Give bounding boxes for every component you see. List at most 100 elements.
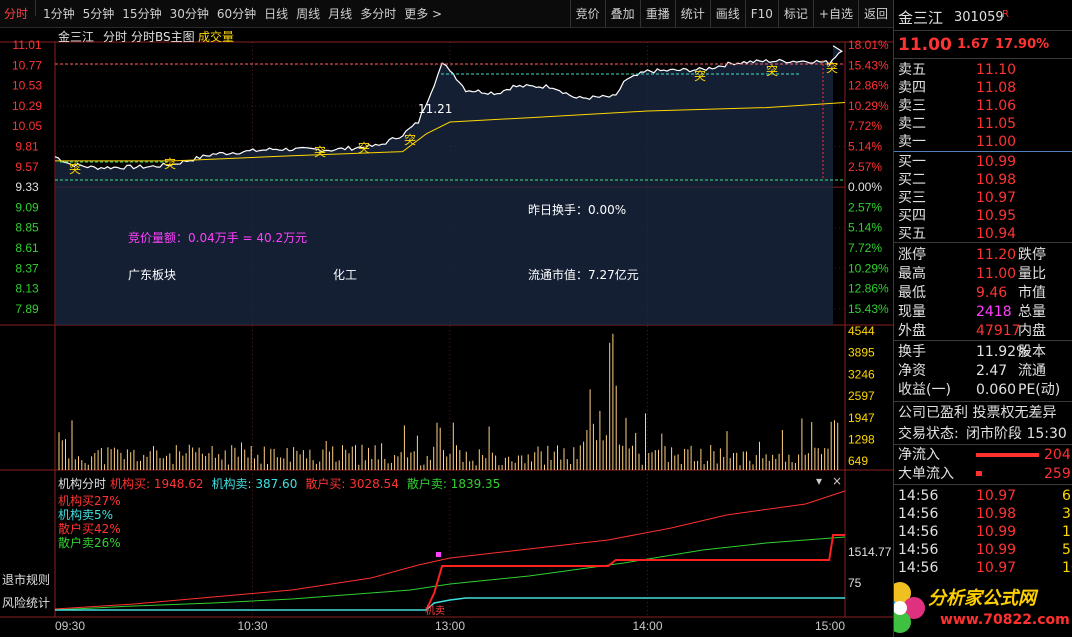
site-logo: 分析家公式网 www.70822.com — [894, 578, 1072, 637]
tool-button-7[interactable]: +自选 — [812, 0, 858, 28]
period-tab-1[interactable]: 1分钟 — [39, 0, 79, 28]
ask-label: 卖一 — [898, 134, 926, 150]
stat2-label-right: 流通 — [1018, 363, 1046, 379]
period-tab-7[interactable]: 周线 — [292, 0, 324, 28]
ask-row: 卖一 11.00 — [894, 132, 1072, 152]
pct-tick-label: 7.72% — [848, 119, 882, 133]
sub-legend-item: 散户买: 3028.54 — [305, 477, 399, 491]
chart-canvas[interactable]: 11.01 18.01% 10.77 15.43% 10.53 12.86% 10.29 10… — [0, 28, 893, 637]
pct-tick-label: 5.14% — [848, 140, 882, 154]
stat-value: 11.00 — [976, 266, 1017, 282]
float-value: 流通市值：7.27亿元 — [528, 268, 639, 282]
bid-label: 买五 — [898, 226, 926, 242]
sub-legend-item: 机构卖: 387.60 — [211, 477, 298, 491]
price-tick-label: 9.81 — [15, 140, 39, 154]
tool-button-8[interactable]: 返回 — [857, 0, 893, 28]
period-separator — [35, 0, 37, 16]
tick-row: 14:56 10.97 6 — [894, 486, 1072, 506]
period-tab-9[interactable]: 多分时 — [356, 0, 400, 28]
price-tick-label: 10.29 — [12, 99, 42, 113]
ask-label: 卖二 — [898, 116, 926, 132]
stat-row: 涨停 11.20 跌停 — [894, 245, 1072, 265]
retail-sell-line — [54, 536, 846, 611]
tick-volume: 3 — [1062, 506, 1071, 522]
time-axis-label: 14:00 — [632, 619, 662, 633]
period-tab-10[interactable]: 更多 > — [400, 0, 446, 28]
signal-marker: 突 — [358, 140, 370, 155]
pct-tick-label: 7.72% — [848, 241, 882, 255]
tool-button-3[interactable]: 统计 — [674, 0, 710, 28]
pct-tick-label: 2.57% — [848, 200, 882, 214]
stat-value: 2418 — [976, 304, 1012, 320]
ask-row: 卖三 11.06 — [894, 96, 1072, 116]
trade-status-value: 闭市阶段 15:30 — [966, 426, 1067, 442]
chart-stock-name: 金三江 — [58, 30, 95, 44]
price-tick-label: 9.09 — [15, 200, 39, 214]
tool-button-2[interactable]: 重播 — [639, 0, 675, 28]
price-tick-label: 10.05 — [12, 119, 42, 133]
time-axis-label: 09:30 — [55, 619, 85, 633]
tool-button-4[interactable]: 画线 — [709, 0, 745, 28]
flow-label: 大单流入 — [898, 466, 954, 482]
tick-row: 14:56 10.99 5 — [894, 540, 1072, 560]
tick-price: 10.99 — [976, 524, 1017, 540]
stat-label: 涨停 — [898, 247, 926, 263]
tick-time: 14:56 — [898, 560, 939, 576]
stat-row: 最低 9.46 市值 — [894, 283, 1072, 303]
sub-close-icon[interactable]: × — [832, 474, 842, 488]
period-tab-2[interactable]: 5分钟 — [79, 0, 119, 28]
period-tab-3[interactable]: 15分钟 — [118, 0, 165, 28]
tool-button-1[interactable]: 叠加 — [604, 0, 640, 28]
signal-marker: 突 — [404, 132, 416, 147]
tool-button-5[interactable]: F10 — [744, 0, 778, 28]
volume-tick-label: 3246 — [848, 367, 875, 381]
bid-price: 10.94 — [976, 226, 1017, 242]
ask-price: 11.00 — [976, 134, 1017, 150]
time-axis-label: 15:00 — [815, 619, 845, 633]
sub-pct-item: 散户买42% — [58, 522, 121, 536]
tick-price: 10.98 — [976, 506, 1017, 522]
quote-name: 金三江 — [898, 9, 944, 27]
tool-button-0[interactable]: 竞价 — [569, 0, 605, 28]
signal-marker: 突 — [694, 68, 706, 83]
delist-rules-button[interactable]: 退市规则 — [2, 571, 50, 588]
bid-label: 买四 — [898, 208, 926, 224]
pct-tick-label: 15.43% — [848, 302, 889, 316]
sub-pct-item: 机构买27% — [58, 494, 121, 508]
sub-legend: 机构买: 1948.62 机构卖: 387.60 散户买: 3028.54 散户卖: … — [110, 475, 500, 492]
flow-bar — [976, 453, 1039, 457]
stat-label: 最低 — [898, 285, 926, 301]
sub-dropdown-icon[interactable]: ▾ — [816, 474, 822, 488]
flow-row: 大单流入 259. — [894, 464, 1072, 484]
price-tick-label: 10.53 — [12, 79, 42, 93]
pct-tick-label: 18.01% — [848, 38, 889, 52]
period-tab-0[interactable]: 分时 — [0, 0, 32, 28]
period-tab-5[interactable]: 60分钟 — [213, 0, 260, 28]
period-tab-4[interactable]: 30分钟 — [166, 0, 213, 28]
yesterday-turnover: 昨日换手：0.00% — [528, 203, 627, 217]
period-tab-8[interactable]: 月线 — [324, 0, 356, 28]
risk-stats-button[interactable]: 风险统计 — [2, 594, 50, 611]
price-tick-label: 8.37 — [15, 261, 39, 275]
stat-row: 外盘 47917 内盘 — [894, 321, 1072, 341]
tick-volume: 6 — [1062, 488, 1071, 504]
company-info-text: 公司已盈利 投票权无差异 — [898, 405, 1057, 421]
price-tick-label: 7.89 — [15, 302, 39, 316]
bid-row: 买二 10.98 — [894, 170, 1072, 190]
bid-row: 买三 10.97 — [894, 188, 1072, 208]
auction-amount: 竞价量额：0.04万手 = 40.2万元 — [128, 231, 308, 245]
period-tab-6[interactable]: 日线 — [260, 0, 292, 28]
stat2-label: 净资 — [898, 363, 926, 379]
stat-row: 最高 11.00 量比 — [894, 264, 1072, 284]
sub-pct-item: 机构卖5% — [58, 508, 114, 522]
chart-indicator[interactable]: 分时BS主图 — [131, 28, 195, 45]
chart-area[interactable]: 11.01 18.01% 10.77 15.43% 10.53 12.86% 10.29 10… — [0, 28, 893, 637]
bid-price: 10.95 — [976, 208, 1017, 224]
price-tick-label: 8.61 — [15, 241, 39, 255]
ask-row: 卖二 11.05 — [894, 114, 1072, 134]
mini-label: 机卖 — [425, 606, 445, 617]
flow-value: 259. — [1044, 466, 1072, 482]
tool-button-6[interactable]: 标记 — [777, 0, 813, 28]
stat-value: 11.20 — [976, 247, 1017, 263]
quote-flag: R — [1002, 9, 1009, 20]
